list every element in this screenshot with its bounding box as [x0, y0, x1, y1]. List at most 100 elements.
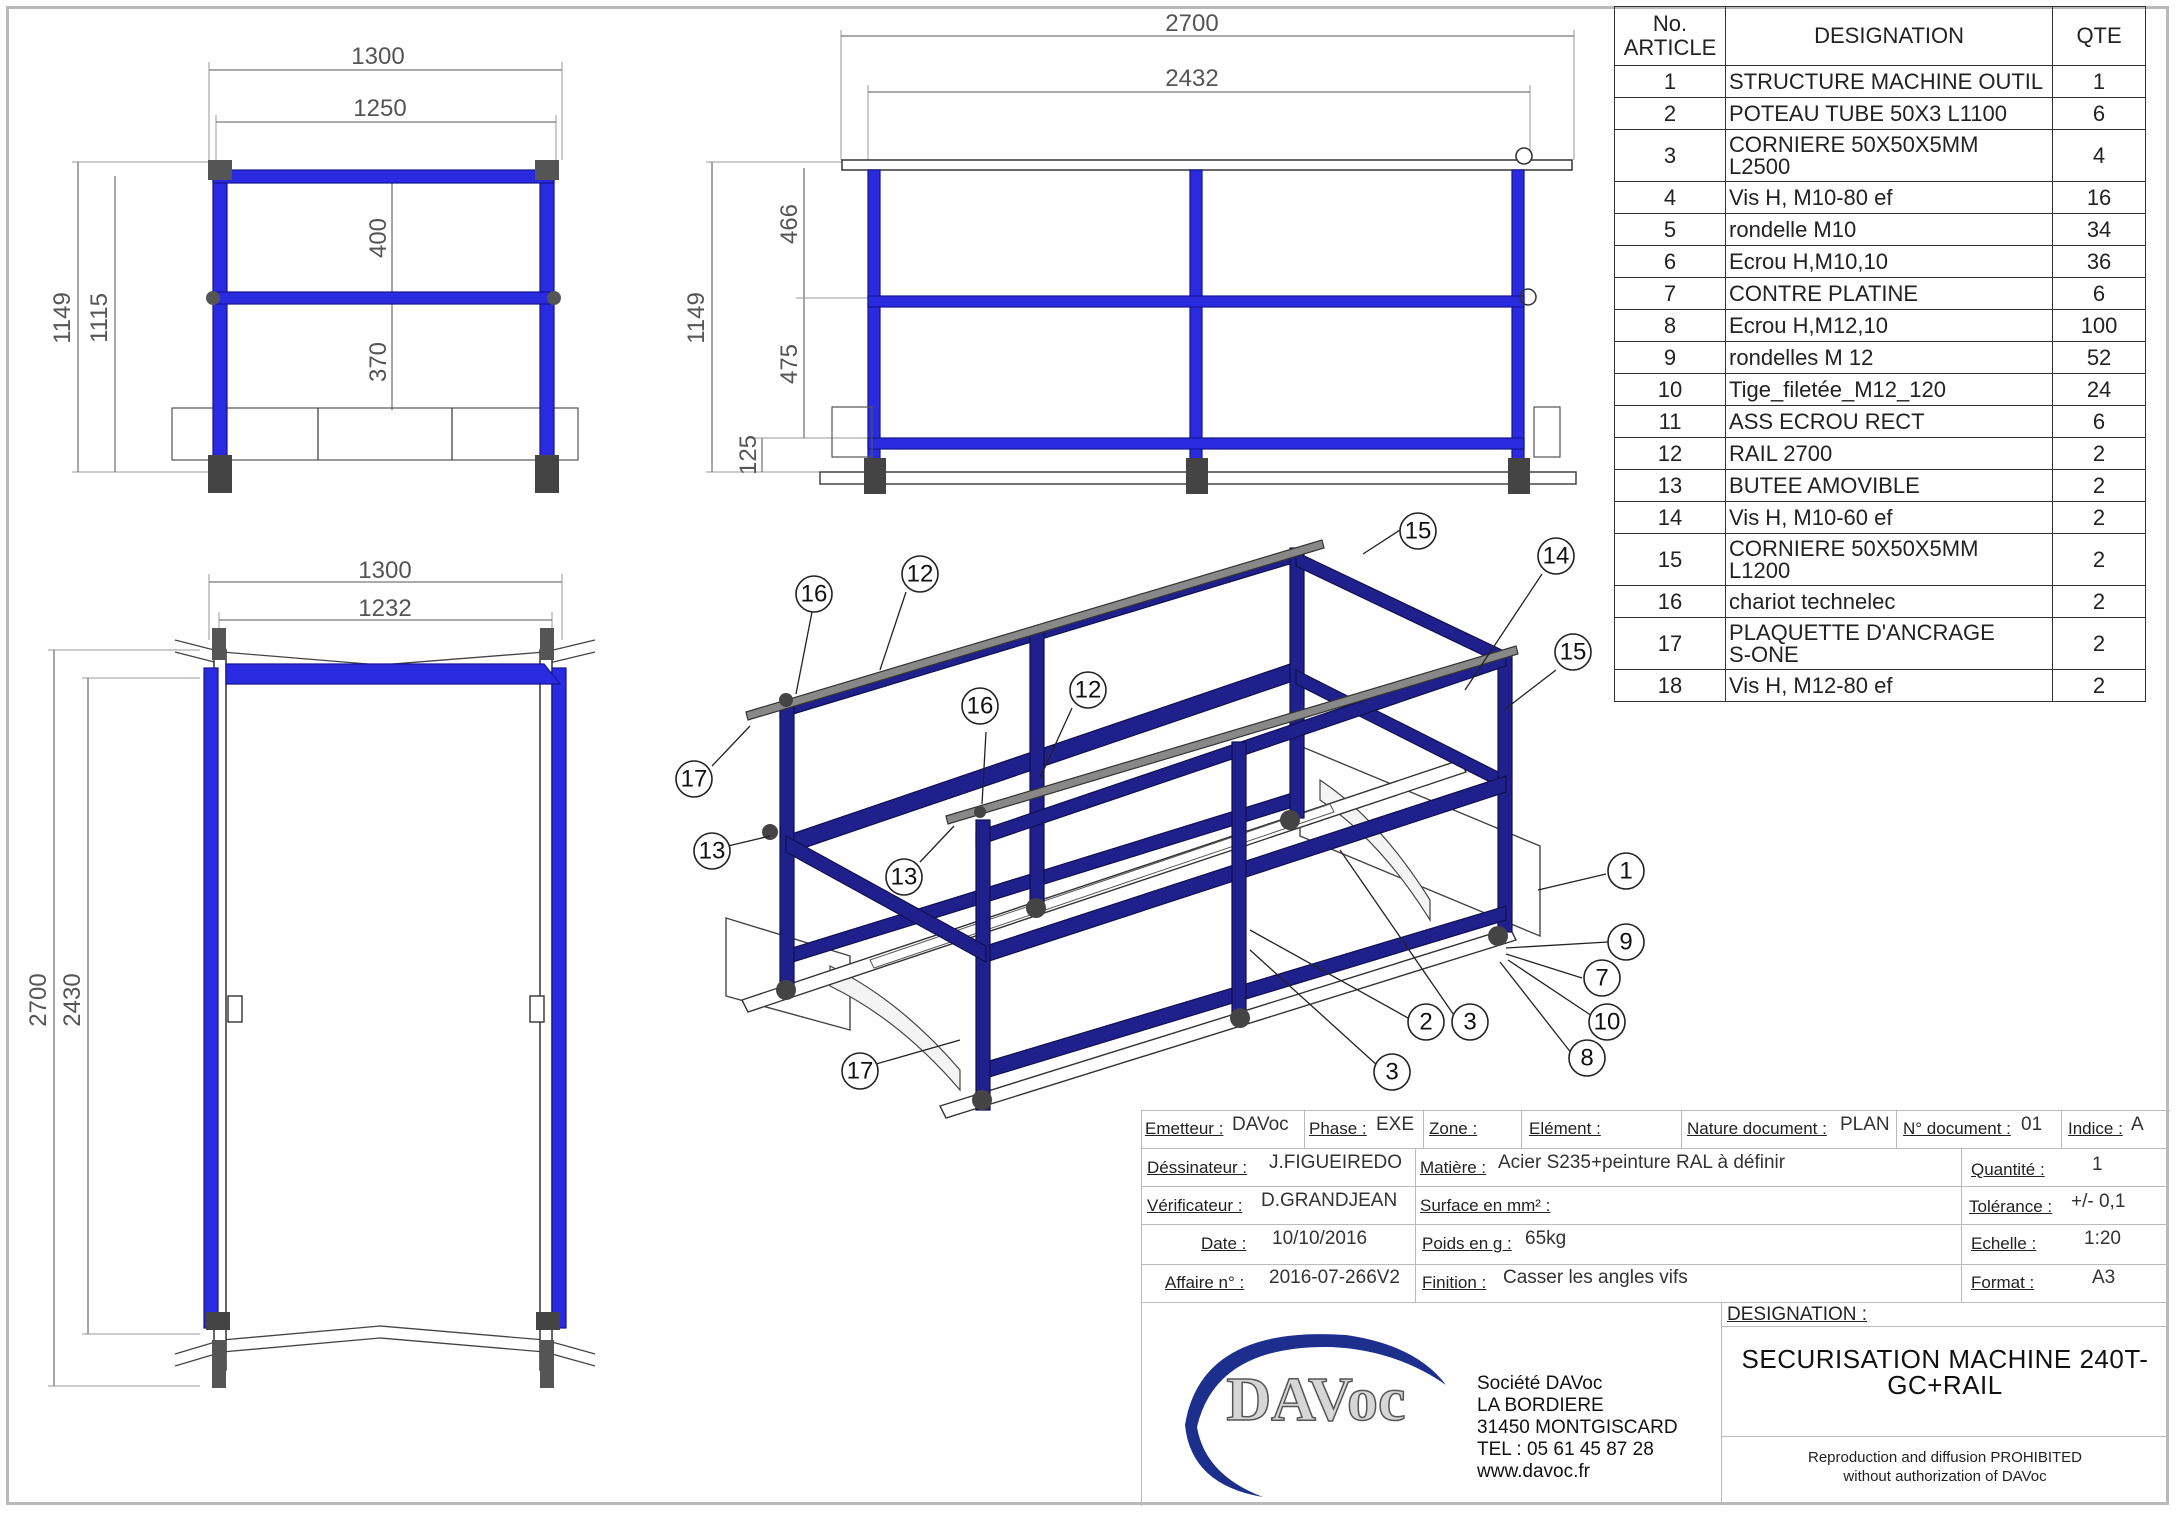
bom-cell-designation: POTEAU TUBE 50X3 L1100 — [1725, 97, 2054, 130]
balloon: 14 — [1537, 537, 1575, 575]
bom-row: 9 rondelles M 12 52 — [1613, 341, 2146, 374]
dim-front-width-inner: 1250 — [353, 95, 406, 122]
designation-value: SECURISATION MACHINE 240T- GC+RAIL — [1741, 1344, 2149, 1400]
balloon: 9 — [1607, 923, 1645, 961]
svg-text:12: 12 — [1075, 677, 1102, 704]
bom-row: 6 Ecrou H,M10,10 36 — [1613, 245, 2146, 278]
finition-value: Casser les angles vifs — [1503, 1267, 1688, 1288]
quantite-value: 1 — [2092, 1154, 2103, 1175]
svg-text:3: 3 — [1385, 1059, 1398, 1086]
format-label: Format : — [1971, 1273, 2035, 1292]
bom-cell-number: 13 — [1613, 469, 1727, 502]
bom-cell-number: 8 — [1613, 309, 1727, 342]
phase-value: EXE — [1376, 1114, 1415, 1135]
nature-label: Nature document : — [1687, 1119, 1827, 1138]
balloon: 2 — [1407, 1003, 1445, 1041]
verificateur-value: D.GRANDJEAN — [1261, 1190, 1398, 1211]
bom-cell-designation: BUTEE AMOVIBLE — [1725, 469, 2054, 502]
balloon: 7 — [1583, 959, 1621, 997]
svg-text:17: 17 — [847, 1058, 874, 1085]
indice-label: Indice : — [2068, 1119, 2123, 1138]
bom-cell-designation: CONTRE PLATINE — [1725, 277, 2054, 310]
balloon: 13 — [885, 858, 923, 896]
company-address: Société DAVoc LA BORDIERE 31450 MONTGISCAR… — [1477, 1373, 1678, 1483]
dim-side-base: 125 — [735, 435, 762, 475]
balloon: 10 — [1588, 1003, 1626, 1041]
bom-cell-quantity: 24 — [2052, 373, 2146, 406]
bom-cell-quantity: 100 — [2052, 309, 2146, 342]
bom-cell-designation: CORNIERE 50X50X5MM L1200 — [1725, 533, 2054, 586]
quantite-label: Quantité : — [1971, 1160, 2045, 1179]
bom-cell-quantity: 6 — [2052, 277, 2146, 310]
dim-side-length-outer: 2700 — [1165, 10, 1218, 37]
bom-cell-designation: ASS ECROU RECT — [1725, 405, 2054, 438]
dim-front-height-inner: 1115 — [86, 293, 113, 343]
echelle-value: 1:20 — [2084, 1228, 2121, 1249]
dim-front-width-outer: 1300 — [351, 43, 404, 70]
svg-text:15: 15 — [1560, 639, 1587, 666]
designation-label: DESIGNATION : — [1727, 1304, 1868, 1325]
company-line: 31450 MONTGISCARD — [1477, 1417, 1678, 1438]
document-number-label: N° document : — [1903, 1119, 2011, 1138]
company-line: Société DAVoc — [1477, 1373, 1603, 1394]
affaire-value: 2016-07-266V2 — [1269, 1267, 1400, 1288]
balloon: 15 — [1554, 633, 1592, 671]
bom-cell-quantity: 1 — [2052, 65, 2146, 98]
title-block: Emetteur : DAVoc Phase : EXE Zone : Elém… — [1141, 1110, 2170, 1506]
bom-cell-quantity: 6 — [2052, 405, 2146, 438]
bom-row: 13 BUTEE AMOVIBLE 2 — [1613, 469, 2146, 502]
bom-cell-quantity: 2 — [2052, 469, 2146, 502]
svg-text:3: 3 — [1463, 1009, 1476, 1036]
dim-front-lower-gap: 370 — [365, 342, 392, 382]
bom-cell-designation: Tige_filetée_M12_120 — [1725, 373, 2054, 406]
zone-label: Zone : — [1429, 1119, 1478, 1138]
svg-text:12: 12 — [907, 561, 934, 588]
balloon: 13 — [693, 832, 731, 870]
dim-top-width-inner: 1232 — [358, 595, 411, 622]
logo-text: DAVoc — [1226, 1366, 1405, 1434]
surface-label: Surface en mm² : — [1420, 1196, 1551, 1215]
bom-row: 3 CORNIERE 50X50X5MM L2500 4 — [1613, 129, 2146, 182]
document-number-value: 01 — [2021, 1114, 2043, 1135]
bom-cell-designation: STRUCTURE MACHINE OUTIL — [1725, 65, 2054, 98]
bom-row: 18 Vis H, M12-80 ef 2 — [1613, 669, 2146, 702]
bom-body: 1 STRUCTURE MACHINE OUTIL 1 2 POTEAU TUBE 50… — [1613, 65, 2146, 702]
dim-top-width-outer: 1300 — [358, 557, 411, 584]
bom-cell-designation: Vis H, M10-80 ef — [1725, 181, 2054, 214]
bom-cell-designation: rondelles M 12 — [1725, 341, 2054, 374]
bom-cell-number: 16 — [1613, 585, 1727, 618]
bom-cell-number: 4 — [1613, 181, 1727, 214]
bom-cell-designation: RAIL 2700 — [1725, 437, 2054, 470]
bom-cell-quantity: 2 — [2052, 585, 2146, 618]
dim-top-length-inner: 2430 — [59, 973, 86, 1026]
balloon: 16 — [795, 575, 833, 613]
bom-cell-quantity: 34 — [2052, 213, 2146, 246]
affaire-label: Affaire n° : — [1165, 1273, 1245, 1292]
poids-label: Poids en g : — [1422, 1234, 1512, 1253]
svg-text:16: 16 — [967, 693, 994, 720]
copyright-notice: Reproduction and diffusion PROHIBITED wi… — [1807, 1449, 2083, 1485]
bom-cell-quantity: 2 — [2052, 501, 2146, 534]
poids-value: 65kg — [1525, 1228, 1567, 1249]
bom-cell-designation: chariot technelec — [1725, 585, 2054, 618]
top-view: 1300 1232 2700 2430 — [25, 557, 596, 1388]
bom-cell-number: 5 — [1613, 213, 1727, 246]
bom-cell-number: 11 — [1613, 405, 1727, 438]
bom-cell-designation: Vis H, M10-60 ef — [1725, 501, 2054, 534]
tolerance-value: +/- 0,1 — [2071, 1191, 2126, 1212]
svg-text:13: 13 — [699, 838, 726, 865]
balloon: 17 — [841, 1052, 879, 1090]
bom-row: 8 Ecrou H,M12,10 100 — [1613, 309, 2146, 342]
company-line: LA BORDIERE — [1477, 1395, 1604, 1416]
bom-row: 2 POTEAU TUBE 50X3 L1100 6 — [1613, 97, 2146, 130]
bom-header-article: No. ARTICLE — [1613, 6, 1727, 66]
bom-cell-number: 7 — [1613, 277, 1727, 310]
bom-row: 5 rondelle M10 34 — [1613, 213, 2146, 246]
bom-cell-number: 18 — [1613, 669, 1727, 702]
davoc-logo: DAVoc — [1185, 1334, 1446, 1497]
bom-cell-number: 14 — [1613, 501, 1727, 534]
dim-side-length-inner: 2432 — [1165, 65, 1218, 92]
bom-cell-designation: rondelle M10 — [1725, 213, 2054, 246]
bom-cell-designation: Ecrou H,M10,10 — [1725, 245, 2054, 278]
matiere-value: Acier S235+peinture RAL à définir — [1498, 1152, 1786, 1173]
